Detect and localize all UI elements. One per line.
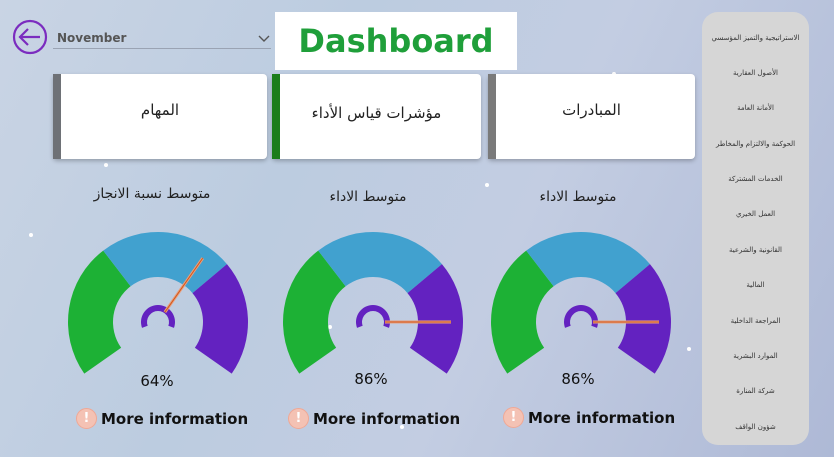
page-title: Dashboard [298,22,494,60]
gauge-completion [68,232,248,374]
sidebar-item-real-estate[interactable]: الأصول العقارية [708,55,803,90]
sidebar-item-finance[interactable]: المالية [708,268,803,303]
month-dropdown-value: November [57,30,127,45]
card-stripe [53,74,61,159]
gauge-value-kpi: 86% [354,370,388,388]
sidebar-item-endower[interactable]: شؤون الواقف [708,409,803,444]
sidebar-item-general-secretariat[interactable]: الأمانة العامة [708,91,803,126]
gauge-center-ring [564,305,598,328]
gauge-kpi [283,232,463,374]
gauge-value-completion: 64% [140,372,174,390]
sidebar-item-legal[interactable]: القانونية والشرعية [708,232,803,267]
gauge-value-initiatives: 86% [561,370,595,388]
card-label: المبادرات [562,100,621,119]
card-initiatives[interactable]: المبادرات [488,74,695,159]
decor-dot [29,233,33,237]
page-title-box: Dashboard [275,12,517,70]
decor-dot [104,163,108,167]
sidebar-item-manara[interactable]: شركة المنارة [708,374,803,409]
more-info-label: More information [528,408,676,427]
gauge-initiatives [491,232,671,374]
info-icon: ! [288,408,309,429]
gauge-title-completion: متوسط نسبة الانجاز [93,186,211,202]
decor-dot [485,183,489,187]
more-info-label: More information [313,409,461,428]
more-info-button-completion[interactable]: ! More information [76,408,248,429]
more-info-button-kpi[interactable]: ! More information [288,408,460,429]
chevron-down-icon [258,35,270,42]
card-kpi[interactable]: مؤشرات قياس الأداء [272,74,481,159]
sidebar-item-strategy[interactable]: الاستراتيجية والتميز المؤسسي [708,20,803,55]
sidebar: الاستراتيجية والتميز المؤسسي الأصول العق… [702,12,809,445]
more-info-button-initiatives[interactable]: ! More information [503,407,675,428]
card-stripe [488,74,496,159]
more-info-label: More information [101,409,249,428]
month-dropdown[interactable]: November [53,27,271,49]
gauge-title-initiatives: متوسط الاداء [539,189,617,205]
card-label: المهام [140,100,180,119]
info-icon: ! [503,407,524,428]
card-stripe [272,74,280,159]
sidebar-item-hr[interactable]: الموارد البشرية [708,339,803,374]
gauge-center-ring [141,305,175,328]
sidebar-item-charity[interactable]: العمل الخيري [708,197,803,232]
gauge-title-kpi: متوسط الاداء [329,189,407,205]
info-icon: ! [76,408,97,429]
card-tasks[interactable]: المهام [53,74,267,159]
card-label: مؤشرات قياس الأداء [311,103,442,122]
sidebar-item-governance[interactable]: الحوكمة والالتزام والمخاطر [708,126,803,161]
decor-dot [687,347,691,351]
back-arrow-icon[interactable] [12,19,48,55]
sidebar-item-internal-audit[interactable]: المراجعة الداخلية [708,303,803,338]
sidebar-item-shared-services[interactable]: الخدمات المشتركة [708,162,803,197]
gauge-center-ring [356,305,390,328]
